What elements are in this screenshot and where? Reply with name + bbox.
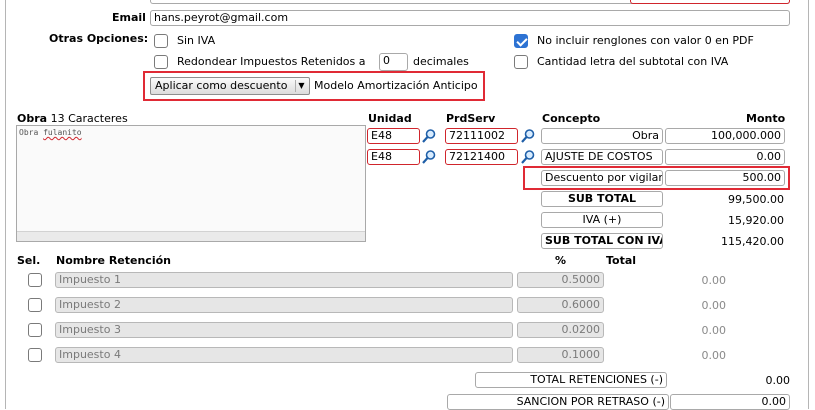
retencion-total-1: 0.00: [701, 274, 727, 287]
descuento-select[interactable]: Aplicar como descuento ▼: [150, 77, 310, 95]
retencion-checkbox-4[interactable]: [28, 348, 42, 362]
retencion-total-4: 0.00: [701, 349, 727, 362]
descuento-select-value: Aplicar como descuento: [155, 79, 288, 92]
otras-opciones-label: Otras Opciones:: [49, 32, 149, 45]
search-icon[interactable]: [520, 149, 536, 165]
caracteres-label: Caracteres: [68, 112, 128, 125]
redondear-decimales-input[interactable]: 0: [379, 53, 408, 71]
obra-text-word1: Obra: [19, 128, 39, 137]
chevron-down-icon: ▼: [295, 80, 307, 92]
subtotal-label: SUB TOTAL: [541, 191, 663, 207]
search-icon[interactable]: [520, 128, 536, 144]
monto-field-row2[interactable]: 0.00: [665, 149, 785, 165]
concepto-field-row2[interactable]: AJUSTE DE COSTOS: [541, 149, 663, 165]
modelo-amortizacion-label: Modelo Amortización Anticipo: [314, 79, 478, 92]
sin-iva-label: Sin IVA: [177, 34, 216, 47]
descuento-concepto-field[interactable]: Descuento por vigilan: [541, 170, 663, 186]
retencion-nombre-4[interactable]: Impuesto 4: [55, 347, 513, 363]
concepto-field-row1[interactable]: Obra: [541, 128, 663, 144]
retencion-checkbox-2[interactable]: [28, 298, 42, 312]
prodserv-header: PrdServ: [446, 112, 496, 125]
retencion-nombre-3[interactable]: Impuesto 3: [55, 322, 513, 338]
retencion-pct-2[interactable]: 0.6000: [517, 297, 604, 313]
retencion-pct-1[interactable]: 0.5000: [517, 272, 604, 288]
retencion-pct-4[interactable]: 0.1000: [517, 347, 604, 363]
retencion-pct-3[interactable]: 0.0200: [517, 322, 604, 338]
search-icon[interactable]: [421, 128, 437, 144]
left-border: [5, 0, 6, 409]
total-retenciones-label: TOTAL RETENCIONES (-): [475, 372, 667, 388]
subtotal-value: 99,500.00: [728, 193, 784, 206]
iva-value: 15,920.00: [728, 214, 784, 227]
subtotal-con-iva-value: 115,420.00: [721, 235, 784, 248]
iva-label: IVA (+): [541, 212, 663, 228]
pct-header: %: [555, 254, 567, 267]
prodserv-field-row1[interactable]: 72111002: [445, 128, 518, 144]
retencion-checkbox-1[interactable]: [28, 273, 42, 287]
unidad-field-row1[interactable]: E48: [367, 128, 420, 144]
monto-field-row1[interactable]: 100,000.000: [665, 128, 785, 144]
textarea-scrollbar[interactable]: [17, 231, 365, 241]
cantidad-letra-label: Cantidad letra del subtotal con IVA: [537, 55, 729, 68]
nombre-retencion-header: Nombre Retención: [56, 254, 171, 267]
search-icon[interactable]: [421, 149, 437, 165]
no-incluir-renglones-checkbox[interactable]: [514, 34, 528, 48]
sancion-retraso-label: SANCION POR RETRASO (-): [447, 394, 669, 410]
subtotal-con-iva-label: SUB TOTAL CON IVA: [541, 233, 663, 249]
no-incluir-renglones-label: No incluir renglones con valor 0 en PDF: [537, 34, 754, 47]
obra-label: Obra: [17, 112, 48, 125]
sel-header: Sel.: [17, 254, 41, 267]
retencion-nombre-2[interactable]: Impuesto 2: [55, 297, 513, 313]
retencion-nombre-1[interactable]: Impuesto 1: [55, 272, 513, 288]
prodserv-field-row2[interactable]: 72121400: [445, 149, 518, 165]
obra-text-word2: fulanito: [43, 128, 82, 137]
total-retenciones-value: 0.00: [765, 374, 791, 387]
redondear-checkbox[interactable]: [154, 55, 168, 69]
monto-header: Monto: [746, 112, 786, 125]
retencion-checkbox-3[interactable]: [28, 323, 42, 337]
unidad-header: Unidad: [368, 112, 412, 125]
retencion-total-2: 0.00: [701, 299, 727, 312]
sancion-retraso-field[interactable]: 0.00: [670, 394, 790, 410]
retencion-total-3: 0.00: [701, 324, 727, 337]
total-header: Total: [606, 254, 637, 267]
unidad-field-row2[interactable]: E48: [367, 149, 420, 165]
obra-caracteres: Obra 13 Caracteres: [17, 112, 128, 125]
obra-textarea[interactable]: Obra fulanito: [16, 125, 366, 242]
decimales-label: decimales: [413, 55, 469, 68]
cantidad-letra-checkbox[interactable]: [514, 55, 528, 69]
caracteres-count: 13: [50, 112, 65, 125]
top-cutoff-field-red[interactable]: [630, 0, 790, 4]
descuento-monto-field[interactable]: 500.00: [665, 170, 785, 186]
email-field[interactable]: hans.peyrot@gmail.com: [150, 10, 790, 26]
redondear-label: Redondear Impuestos Retenidos a: [177, 55, 366, 68]
concepto-header: Concepto: [542, 112, 601, 125]
right-border: [808, 0, 809, 409]
email-label: Email: [112, 11, 146, 24]
sin-iva-checkbox[interactable]: [154, 34, 168, 48]
